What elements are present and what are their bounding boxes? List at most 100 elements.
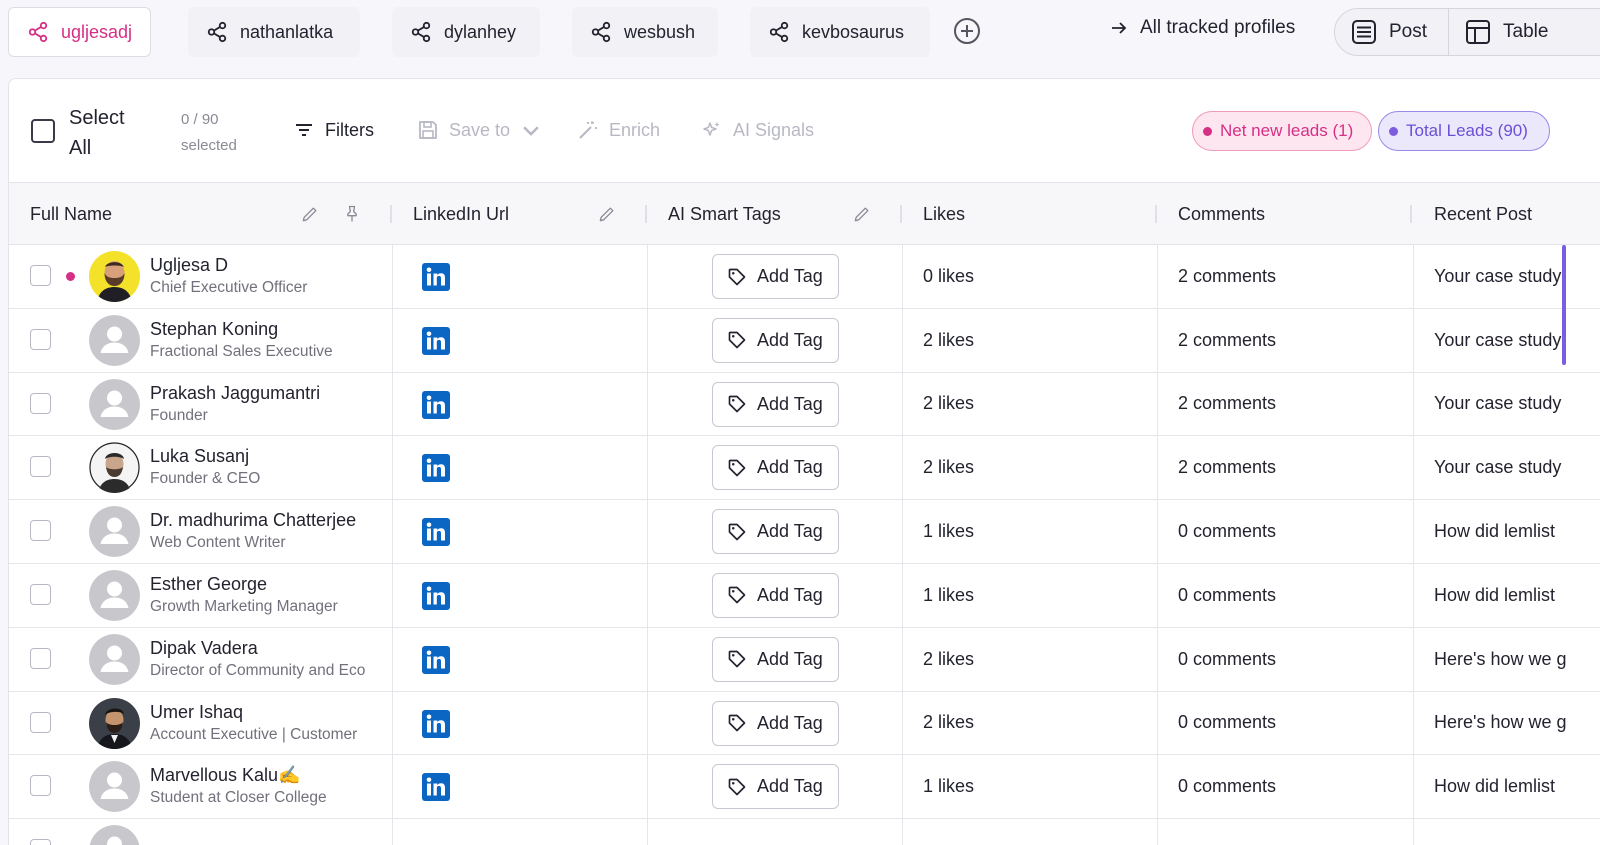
linkedin-icon[interactable] [422,582,450,610]
profile-tab-wesbush[interactable]: wesbush [572,7,718,57]
row-checkbox[interactable] [30,647,51,669]
add-tag-button[interactable]: Add Tag [712,636,839,682]
pencil-icon[interactable] [852,204,872,224]
add-tag-button[interactable]: Add Tag [712,509,839,555]
lead-name[interactable]: Umer Ishaq [150,700,382,724]
recent-post-cell[interactable] [1434,819,1574,845]
add-tag-button[interactable]: Add Tag [712,445,839,491]
filters-button[interactable]: Filters [293,119,374,141]
add-tag-button[interactable]: Add Tag [712,317,839,363]
linkedin-icon[interactable] [422,391,450,419]
add-tag-label: Add Tag [757,266,823,286]
column-divider [1413,819,1414,845]
add-tag-label: Add Tag [757,521,823,542]
pencil-icon[interactable] [300,204,320,224]
table-row[interactable]: Dr. madhurima Chatterjee Web Content Wri… [9,500,1600,564]
lead-name[interactable]: Dipak Vadera [150,636,382,660]
name-block: Prakash Jaggumantri Founder [150,381,382,427]
lead-name[interactable]: Ugljesa D [150,253,382,277]
table-row[interactable]: Ugljesa D Chief Executive Officer Add Ta… [9,245,1600,309]
row-checkbox[interactable] [30,520,51,542]
column-divider [1413,308,1414,372]
total-leads-filter[interactable]: Total Leads (90) [1378,111,1550,151]
row-checkbox[interactable] [30,328,51,350]
add-profile-icon[interactable] [952,16,982,46]
linkedin-icon[interactable] [422,518,450,546]
arrow-right-icon [1112,22,1127,34]
all-tracked-profiles-link[interactable]: All tracked profiles [1110,17,1295,39]
linkedin-icon[interactable] [422,646,450,674]
ai-signals-button[interactable]: AI Signals [701,119,814,141]
table-row[interactable]: Umer Ishaq Account Executive | Customer … [9,691,1600,756]
save-to-button[interactable]: Save to [417,119,542,141]
lead-title: Web Content Writer [150,534,286,552]
row-checkbox[interactable] [30,711,51,733]
add-tag-button[interactable]: Add Tag [712,381,839,427]
column-header-comments[interactable]: Comments [1178,183,1408,245]
lead-name[interactable]: Prakash Jaggumantri [150,381,382,405]
profile-tab-kevbosaurus[interactable]: kevbosaurus [750,7,930,57]
net-new-leads-filter[interactable]: Net new leads (1) [1192,111,1372,151]
profile-tab-nathanlatka[interactable]: nathanlatka [188,7,360,57]
row-checkbox[interactable] [30,839,51,845]
recent-post-cell[interactable]: How did lemlist [1434,564,1574,627]
recent-post-cell[interactable]: Your case study [1434,373,1574,436]
column-resize-handle[interactable] [645,205,647,223]
lead-name[interactable]: Esther George [150,572,382,596]
enrich-button[interactable]: Enrich [577,119,660,141]
linkedin-icon[interactable] [422,327,450,355]
column-header-ai-smart-tags[interactable]: AI Smart Tags [668,183,898,245]
column-header-likes[interactable]: Likes [923,183,1153,245]
column-resize-handle[interactable] [1155,205,1157,223]
pencil-icon[interactable] [597,204,617,224]
linkedin-icon[interactable] [422,710,450,738]
select-all-checkbox[interactable] [31,119,55,143]
row-checkbox[interactable] [30,775,51,797]
table-view-button[interactable]: Table [1449,9,1564,55]
table-row[interactable]: Stephan Koning Fractional Sales Executiv… [9,308,1600,373]
lead-name[interactable]: Luka Susanj [150,444,382,468]
column-header-recent-post[interactable]: Recent Post [1434,183,1594,245]
linkedin-icon[interactable] [422,263,450,291]
linkedin-icon[interactable] [422,454,450,482]
recent-post-cell[interactable]: Your case study [1434,245,1574,308]
recent-post-cell[interactable]: How did lemlist [1434,500,1574,563]
post-view-button[interactable]: Post [1335,9,1449,55]
table-row[interactable]: Dipak Vadera Director of Community and E… [9,627,1600,692]
add-tag-label: Add Tag [757,329,823,350]
add-tag-button[interactable]: Add Tag [712,700,839,746]
table-row[interactable]: Luka Susanj Founder & CEO Add Tag 2 like… [9,436,1600,501]
recent-post-cell[interactable]: Your case study [1434,436,1574,499]
pin-icon[interactable] [342,204,362,224]
recent-post-cell[interactable]: How did lemlist [1434,755,1574,818]
recent-post-cell[interactable]: Your case study [1434,309,1574,372]
column-divider [647,819,648,845]
add-tag-button[interactable]: Add Tag [712,572,839,618]
add-tag-button[interactable]: Add Tag [712,254,839,299]
add-tag-button[interactable]: Add Tag [712,764,839,810]
table-row[interactable]: Marvellous Kalu✍️ Student at Closer Coll… [9,755,1600,820]
column-resize-handle[interactable] [390,205,392,223]
table-row[interactable]: Esther George Growth Marketing Manager A… [9,563,1600,628]
total-leads-dot [1389,126,1398,136]
profile-tab-ugljesadj[interactable]: ugljesadj [8,7,152,57]
select-all-label: Select All [69,107,125,159]
column-resize-handle[interactable] [1410,205,1412,223]
vertical-scrollbar-thumb[interactable] [1562,245,1566,365]
recent-post-cell[interactable]: Here's how we g [1434,628,1574,691]
lead-name[interactable]: Marvellous Kalu✍️ [150,763,382,787]
linkedin-icon[interactable] [422,773,450,801]
recent-post-cell[interactable]: Here's how we g [1434,692,1574,755]
row-checkbox[interactable] [30,456,51,478]
row-checkbox[interactable] [30,583,51,605]
column-resize-handle[interactable] [900,205,902,223]
profile-tab-dylanhey[interactable]: dylanhey [392,7,540,57]
lead-name[interactable]: Stephan Koning [150,317,382,341]
column-header-full-name[interactable]: Full Name [30,183,390,245]
table-row[interactable]: Prakash Jaggumantri Founder Add Tag 2 li… [9,372,1600,437]
column-header-linkedin-url[interactable]: LinkedIn Url [413,183,643,245]
lead-name[interactable]: Dr. madhurima Chatterjee [150,508,382,532]
row-checkbox[interactable] [30,265,51,286]
row-checkbox[interactable] [30,392,51,414]
table-row[interactable] [9,819,1600,845]
